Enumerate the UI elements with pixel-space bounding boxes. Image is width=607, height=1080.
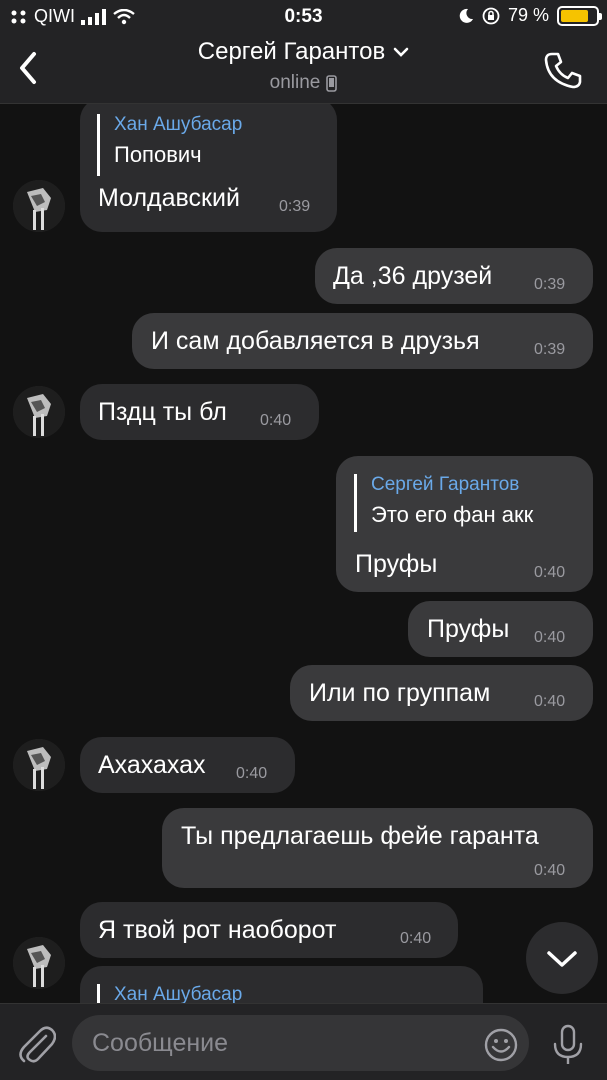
outgoing-message[interactable]: Да ,36 друзей 0:39 bbox=[315, 248, 593, 304]
message-text: Ты предлагаешь фейе гаранта bbox=[181, 822, 539, 850]
message-input[interactable] bbox=[72, 1015, 529, 1071]
message-time: 0:40 bbox=[260, 412, 292, 429]
message-text: Пздц ты бл bbox=[98, 398, 227, 426]
status-bar: QIWI 0:53 79 % bbox=[0, 0, 607, 34]
message-time: 0:40 bbox=[534, 862, 566, 879]
message-time: 0:40 bbox=[534, 693, 566, 710]
reply-quote[interactable]: Сергей Гарантов Это его фан акк bbox=[354, 474, 533, 532]
paperclip-icon bbox=[19, 1026, 57, 1063]
avatar-icon bbox=[13, 180, 65, 232]
avatar[interactable] bbox=[13, 180, 65, 232]
message-text: Пруфы bbox=[427, 615, 510, 643]
message-time: 0:40 bbox=[534, 564, 566, 581]
quote-author: Хан Ашубасар bbox=[114, 984, 243, 1004]
contact-name: Сергей Гарантов bbox=[197, 38, 386, 65]
outgoing-message[interactable]: Или по группам 0:40 bbox=[290, 665, 593, 721]
battery-icon bbox=[557, 5, 602, 26]
quote-text: Попович bbox=[114, 142, 202, 167]
message-text: Или по группам bbox=[309, 679, 491, 707]
chevron-down-icon bbox=[547, 951, 577, 967]
mobile-phone-icon bbox=[326, 74, 338, 92]
attach-button[interactable] bbox=[16, 1022, 57, 1066]
contact-status: online bbox=[269, 72, 321, 93]
incoming-message[interactable]: Хан Ашубасар bbox=[80, 966, 483, 1004]
quote-author: Сергей Гарантов bbox=[371, 474, 520, 495]
contact-title: Сергей Гарантов bbox=[198, 38, 409, 66]
battery-level bbox=[561, 9, 588, 22]
message-time: 0:40 bbox=[534, 629, 566, 646]
message-time: 0:39 bbox=[279, 198, 311, 215]
status-right: 79 % bbox=[458, 5, 602, 26]
message-text: Я твой рот наоборот bbox=[98, 916, 337, 944]
incoming-message[interactable]: Я твой рот наоборот 0:40 bbox=[80, 902, 458, 958]
incoming-message[interactable]: Пздц ты бл 0:40 bbox=[80, 384, 319, 440]
quote-author: Хан Ашубасар bbox=[114, 114, 243, 135]
chat-header: Сергей Гарантов online bbox=[0, 34, 607, 104]
message-text: Пруфы bbox=[355, 550, 438, 578]
avatar[interactable] bbox=[13, 386, 65, 438]
phone-icon bbox=[544, 52, 582, 89]
contact-status-row: online bbox=[270, 72, 338, 94]
microphone-icon bbox=[553, 1024, 583, 1064]
quote-text: Это его фан акк bbox=[371, 502, 534, 527]
chevron-down-icon bbox=[393, 47, 409, 57]
battery-percent: 79 % bbox=[507, 5, 549, 25]
message-text: Молдавский bbox=[98, 184, 240, 212]
scroll-to-bottom-button[interactable] bbox=[526, 922, 598, 994]
smiley-icon bbox=[484, 1028, 518, 1062]
emoji-button[interactable] bbox=[484, 1028, 518, 1062]
contact-info[interactable]: Сергей Гарантов online bbox=[0, 38, 607, 94]
message-list[interactable]: Хан Ашубасар Попович Молдавский 0:39 Да … bbox=[0, 104, 607, 1004]
avatar[interactable] bbox=[13, 937, 65, 989]
message-time: 0:40 bbox=[236, 765, 268, 782]
moon-icon bbox=[459, 8, 473, 23]
reply-quote[interactable]: Хан Ашубасар bbox=[97, 984, 242, 1004]
message-text: Ахахахах bbox=[98, 751, 206, 779]
voice-record-button[interactable] bbox=[551, 1024, 585, 1066]
message-time: 0:39 bbox=[534, 341, 566, 358]
outgoing-message[interactable]: Ты предлагаешь фейе гаранта 0:40 bbox=[162, 808, 593, 888]
message-time: 0:40 bbox=[400, 930, 432, 947]
call-button[interactable] bbox=[543, 50, 583, 90]
avatar-icon bbox=[13, 739, 65, 791]
outgoing-message[interactable]: И сам добавляется в друзья 0:39 bbox=[132, 313, 593, 369]
outgoing-message[interactable]: Пруфы 0:40 bbox=[408, 601, 593, 657]
message-text: Да ,36 друзей bbox=[333, 262, 493, 290]
message-text: И сам добавляется в друзья bbox=[151, 327, 480, 355]
rotation-lock-icon bbox=[482, 7, 500, 24]
message-time: 0:39 bbox=[534, 276, 566, 293]
avatar[interactable] bbox=[13, 739, 65, 791]
reply-quote[interactable]: Хан Ашубасар Попович bbox=[97, 114, 242, 176]
incoming-message[interactable]: Хан Ашубасар Попович Молдавский 0:39 bbox=[80, 104, 337, 232]
outgoing-message[interactable]: Сергей Гарантов Это его фан акк Пруфы 0:… bbox=[336, 456, 593, 592]
composer bbox=[0, 1003, 607, 1080]
incoming-message[interactable]: Ахахахах 0:40 bbox=[80, 737, 295, 793]
avatar-icon bbox=[13, 386, 65, 438]
avatar-icon bbox=[13, 937, 65, 989]
